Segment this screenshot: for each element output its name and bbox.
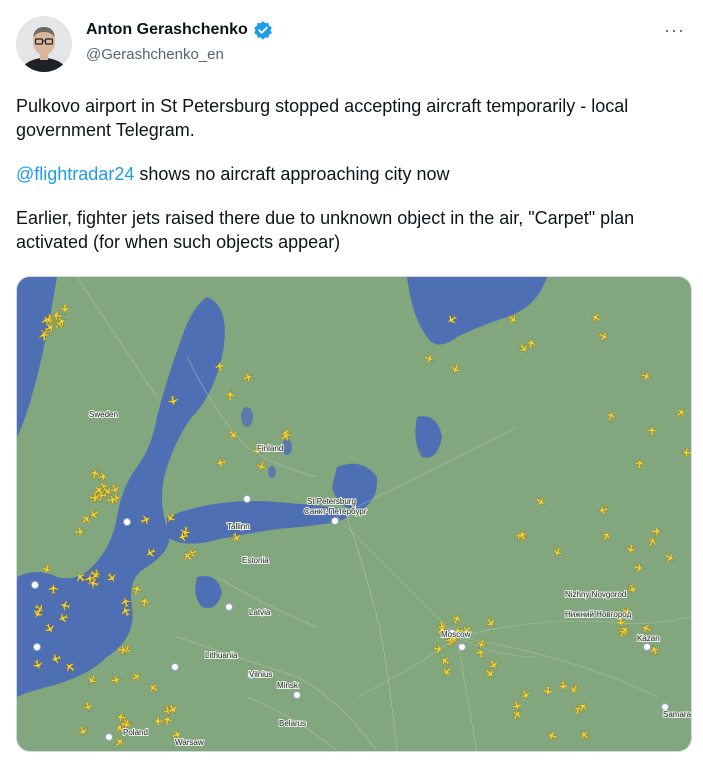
map-label-lithuania: Lithuania (205, 651, 238, 660)
author-display-name[interactable]: Anton Gerashchenko (86, 21, 248, 39)
map-label-minsk: Minsk (277, 681, 299, 690)
map-label-poland: Poland (123, 728, 148, 737)
tweet-text: Pulkovo airport in St Petersburg stopped… (16, 94, 686, 274)
airport-marker-icon[interactable] (33, 643, 41, 651)
map-label-samara: Samara (663, 710, 691, 719)
airport-marker-icon[interactable] (31, 581, 39, 589)
tweet-media-map[interactable]: Sweden Finland St Petersburg Санкт-Петер… (16, 276, 692, 752)
airport-marker-icon[interactable] (123, 518, 131, 526)
airport-marker-icon[interactable] (105, 733, 113, 741)
author-name-row[interactable]: Anton Gerashchenko (86, 20, 273, 40)
tweet-paragraph-3: Earlier, fighter jets raised there due t… (16, 208, 635, 252)
avatar[interactable] (16, 16, 72, 72)
map-label-finland: Finland (257, 444, 283, 453)
map-label-nizhny-novgorod-cyrillic: Нижний Новгород (565, 610, 632, 619)
flight-map: Sweden Finland St Petersburg Санкт-Петер… (17, 277, 691, 751)
airport-marker-icon[interactable] (643, 643, 651, 651)
map-label-tallinn: Tallinn (227, 522, 250, 531)
airport-marker-icon[interactable] (331, 517, 339, 525)
airport-marker-icon[interactable] (171, 663, 179, 671)
map-label-st-petersburg-cyrillic: Санкт-Петербург (304, 507, 367, 516)
map-label-sweden: Sweden (89, 410, 118, 419)
tweet-paragraph-2-text: shows no aircraft approaching city now (134, 164, 450, 184)
airport-marker-icon[interactable] (458, 643, 466, 651)
map-label-latvia: Latvia (249, 608, 271, 617)
map-label-warsaw: Warsaw (175, 738, 204, 747)
map-label-moscow: Moscow (441, 630, 471, 639)
verified-badge-icon (253, 20, 273, 40)
map-label-st-petersburg: St Petersburg (307, 497, 356, 506)
map-label-kazan: Kazan (637, 634, 660, 643)
map-label-estonia: Estonia (242, 556, 269, 565)
airport-marker-icon[interactable] (293, 691, 301, 699)
tweet-paragraph-2: @flightradar24 shows no aircraft approac… (16, 162, 686, 186)
tweet-paragraph-1: Pulkovo airport in St Petersburg stopped… (16, 96, 629, 140)
map-label-belarus: Belarus (279, 719, 306, 728)
airport-marker-icon[interactable] (225, 603, 233, 611)
map-label-nizhny-novgorod: Nizhny Novgorod (565, 590, 626, 599)
author-handle[interactable]: @Gerashchenko_en (86, 46, 224, 63)
more-options-icon[interactable]: ··· (664, 20, 685, 41)
tweet-card: Anton Gerashchenko @Gerashchenko_en ··· … (0, 0, 703, 771)
map-label-vilnius: Vilnius (249, 670, 272, 679)
airport-marker-icon[interactable] (243, 495, 251, 503)
mention-link[interactable]: @flightradar24 (16, 164, 134, 184)
